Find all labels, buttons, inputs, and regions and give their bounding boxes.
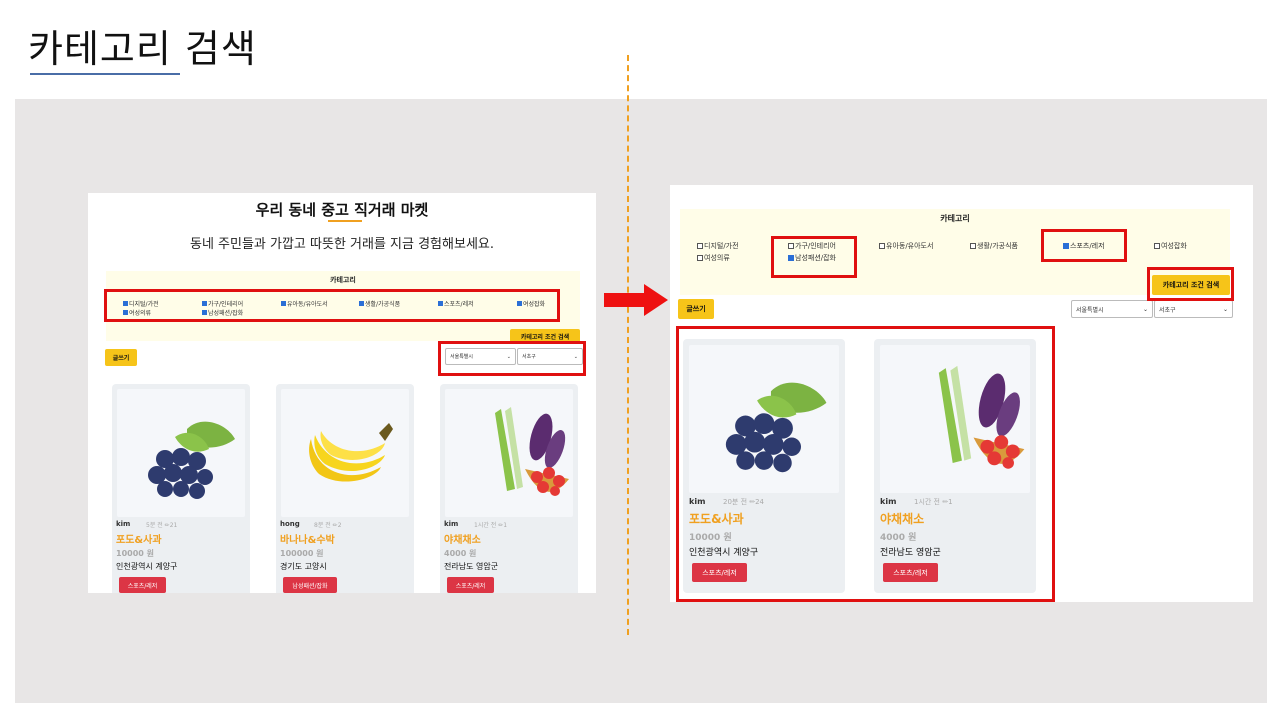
checkbox-icon: [970, 243, 976, 249]
checkbox-icon: [1154, 243, 1160, 249]
right-arrow-icon: [604, 284, 668, 316]
category-tag[interactable]: 스포츠/레저: [447, 577, 494, 593]
category-checkbox-womens-clothing[interactable]: 여성의류: [697, 253, 730, 263]
seller-name: kim: [116, 520, 131, 528]
category-heading: 카테고리: [330, 276, 356, 284]
dashed-divider: [627, 55, 629, 635]
vegetables-icon: [445, 389, 573, 517]
highlight-mens-fashion: [771, 236, 857, 278]
district-select[interactable]: 서초구 ⌄: [1154, 300, 1233, 318]
chevron-down-icon: ⌄: [1222, 305, 1228, 313]
slide-title: 카테고리 검색: [28, 27, 257, 71]
write-button[interactable]: 글쓰기: [105, 349, 137, 366]
category-heading: 카테고리: [940, 214, 970, 223]
highlight-search-button: [1147, 267, 1234, 301]
grapes-icon: [117, 389, 245, 517]
checkbox-icon: [697, 255, 703, 261]
city-select[interactable]: 서울특별시 ⌄: [1071, 300, 1153, 318]
product-price: 4000 원: [444, 549, 477, 558]
product-location: 경기도 고양시: [280, 562, 327, 571]
checkbox-icon: [879, 243, 885, 249]
category-checkbox-digital[interactable]: 디지털/가전: [697, 241, 739, 251]
chevron-down-icon: ⌄: [1142, 305, 1148, 313]
category-tag[interactable]: 남성패션/잡화: [283, 577, 337, 593]
product-card[interactable]: kim 5분 전 ✏21 포도&사과 10000 원 인천광역시 계양구 스포츠…: [112, 384, 250, 593]
highlight-sports: [1041, 229, 1127, 262]
post-meta: 1시간 전 ✏1: [474, 522, 508, 529]
category-checkbox-womens-goods[interactable]: 여성잡화: [1154, 241, 1187, 251]
product-title: 야채채소: [444, 535, 481, 546]
title-underline: [30, 73, 180, 75]
seller-name: kim: [444, 520, 459, 528]
product-location: 인천광역시 계양구: [116, 562, 178, 571]
product-price: 10000 원: [116, 549, 154, 558]
category-checkbox-living[interactable]: 생활/가공식품: [970, 241, 1018, 251]
highlight-results: [676, 326, 1055, 602]
product-location: 전라남도 영암군: [444, 562, 499, 571]
hero-title: 우리 동네 중고 직거래 마켓: [255, 201, 429, 219]
hero-subtitle: 동네 주민들과 가깝고 따뜻한 거래를 지금 경험해보세요.: [189, 237, 494, 252]
hero-underline: [328, 220, 362, 222]
product-card[interactable]: hong 8분 전 ✏2 바나나&수박 100000 원 경기도 고양시 남성패…: [276, 384, 414, 593]
seller-name: hong: [280, 520, 300, 528]
product-title: 바나나&수박: [280, 535, 335, 546]
highlight-region-select: [438, 341, 586, 376]
post-meta: 5분 전 ✏21: [146, 522, 178, 529]
post-meta: 8분 전 ✏2: [314, 522, 342, 529]
before-screenshot: 우리 동네 중고 직거래 마켓 동네 주민들과 가깝고 따뜻한 거래를 지금 경…: [88, 193, 596, 593]
product-card[interactable]: kim 1시간 전 ✏1 야채채소 4000 원 전라남도 영암군 스포츠/레저: [440, 384, 578, 593]
product-title: 포도&사과: [116, 535, 162, 546]
highlight-categories: [104, 289, 560, 322]
write-button[interactable]: 글쓰기: [678, 299, 714, 319]
banana-icon: [281, 389, 409, 517]
product-price: 100000 원: [280, 549, 324, 558]
category-tag[interactable]: 스포츠/레저: [119, 577, 166, 593]
category-checkbox-kids[interactable]: 유아동/유아도서: [879, 241, 933, 251]
checkbox-icon: [697, 243, 703, 249]
